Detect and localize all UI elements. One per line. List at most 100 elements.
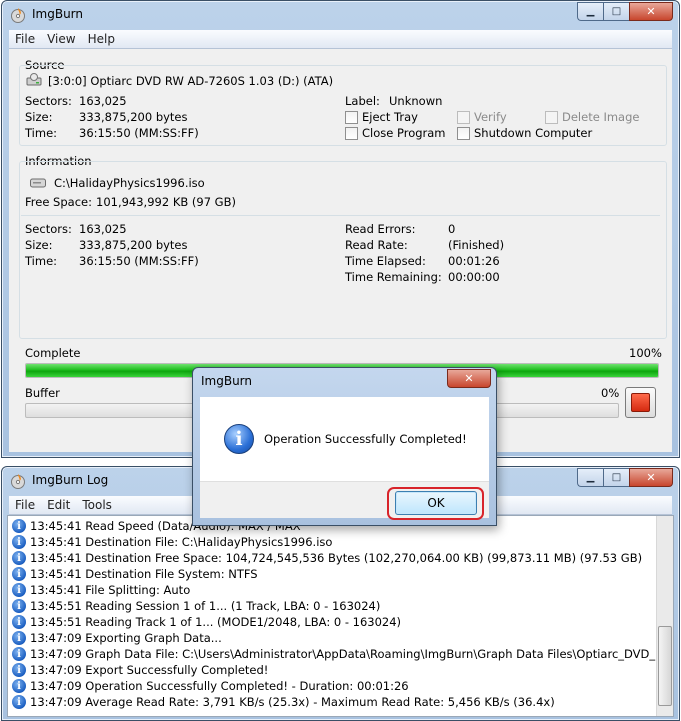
dialog-body: i Operation Successfully Completed! [200,397,489,481]
info-icon: i [12,583,26,597]
source-time-label: Time: [25,126,58,140]
buffer-label: Buffer [25,386,60,400]
disc-flame-icon [11,474,25,489]
info-size-label: Size: [25,238,53,252]
minimize-button[interactable]: ▁ [577,2,603,21]
maximize-icon: □ [611,6,622,17]
free-space-value: 101,943,992 KB (97 GB) [96,195,236,209]
read-rate-label: Read Rate: [345,238,408,252]
time-remaining-value: 00:00:00 [448,270,500,284]
close-icon: ✕ [646,5,656,18]
log-entry-text: 13:47:09 Graph Data File: C:\Users\Admin… [30,647,674,661]
info-time-value: 36:15:50 (MM:SS:FF) [79,254,199,268]
minimize-icon: ▁ [586,472,595,483]
info-icon: i [12,567,26,581]
buffer-percent: 0% [601,386,620,400]
complete-percent: 100% [629,346,662,360]
log-entry: i 13:47:09 Graph Data File: C:\Users\Admi… [12,646,674,662]
log-entry: i 13:47:09 Export Successfully Completed! [12,662,268,678]
main-window-title: ImgBurn [32,7,84,21]
source-sectors-value: 163,025 [79,94,127,108]
log-window-title: ImgBurn Log [32,473,109,487]
info-icon: i [12,679,26,693]
delete-image-checkbox[interactable] [545,111,558,124]
source-drive-select[interactable]: [3:0:0] Optiarc DVD RW AD-7260S 1.03 (D:… [48,74,333,88]
menu-view[interactable]: View [47,32,75,46]
dialog-message: Operation Successfully Completed! [264,432,467,446]
log-entry-text: 13:45:41 File Splitting: Auto [30,583,191,597]
log-entry: i 13:45:51 Reading Track 1 of 1... (MODE1… [12,614,401,630]
close-icon: ✕ [646,471,656,484]
dialog-close-button[interactable]: ✕ [447,369,491,388]
disc-label-value: Unknown [389,94,443,108]
eject-tray-label[interactable]: Eject Tray [362,110,418,124]
shutdown-computer-checkbox[interactable] [457,127,470,140]
log-maximize-button[interactable]: □ [603,468,629,487]
log-entry-text: 13:45:41 Destination File System: NTFS [30,567,258,581]
time-elapsed-label: Time Elapsed: [345,254,426,268]
close-program-checkbox[interactable] [345,127,358,140]
completion-dialog: ImgBurn ✕ i Operation Successfully Compl… [192,367,497,526]
verify-label[interactable]: Verify [474,110,507,124]
close-program-label[interactable]: Close Program [362,126,446,140]
maximize-icon: □ [611,472,622,483]
log-entry-text: 13:45:41 Destination File: C:\HalidayPhy… [30,535,333,549]
log-entry-text: 13:47:09 Operation Successfully Complete… [30,679,409,693]
log-entry-text: 13:45:51 Reading Session 1 of 1... (1 Tr… [30,599,381,613]
info-icon: i [12,647,26,661]
log-minimize-button[interactable]: ▁ [577,468,603,487]
complete-label: Complete [25,346,81,360]
main-titlebar[interactable]: ImgBurn ▁ □ ✕ [2,1,679,29]
log-entry-text: 13:47:09 Export Successfully Completed! [30,663,269,677]
info-sectors-value: 163,025 [79,222,127,236]
log-entry: i 13:45:51 Reading Session 1 of 1... (1 T… [12,598,380,614]
verify-checkbox[interactable] [457,111,470,124]
dialog-title: ImgBurn [201,374,253,388]
hdd-icon [30,178,46,188]
log-close-button[interactable]: ✕ [629,468,673,487]
ok-button[interactable]: OK [395,491,477,515]
log-list[interactable]: i 13:45:41 Read Speed (Data/Audio): MAX /… [7,515,674,717]
log-entry: i 13:45:41 Destination Free Space: 104,72… [12,550,642,566]
source-sectors-label: Sectors: [25,94,72,108]
info-size-value: 333,875,200 bytes [79,238,188,252]
log-entry: i 13:45:41 Destination File System: NTFS [12,566,258,582]
eject-tray-checkbox[interactable] [345,111,358,124]
log-entry: i 13:47:09 Operation Successfully Complet… [12,678,409,694]
info-icon: i [12,599,26,613]
maximize-button[interactable]: □ [603,2,629,21]
info-icon: i [12,519,26,533]
delete-image-label[interactable]: Delete Image [562,110,639,124]
source-size-label: Size: [25,110,53,124]
info-icon: i [12,615,26,629]
disc-label-label: Label: [345,94,380,108]
source-time-value: 36:15:50 (MM:SS:FF) [79,126,199,140]
stop-button[interactable] [625,387,656,418]
info-time-label: Time: [25,254,58,268]
time-remaining-label: Time Remaining: [345,270,442,284]
log-entry: i 13:45:41 Destination File: C:\HalidayPh… [12,534,332,550]
log-scroll-thumb[interactable] [658,626,672,706]
info-sectors-label: Sectors: [25,222,72,236]
log-menu-edit[interactable]: Edit [47,498,70,512]
destination-file-value: C:\HalidayPhysics1996.iso [54,176,205,190]
menu-help[interactable]: Help [88,32,115,46]
info-icon: i [224,424,254,454]
time-elapsed-value: 00:01:26 [448,254,500,268]
menu-file[interactable]: File [15,32,35,46]
read-errors-value: 0 [448,222,456,236]
log-menu-file[interactable]: File [15,498,35,512]
log-menu-tools[interactable]: Tools [82,498,112,512]
source-size-value: 333,875,200 bytes [79,110,188,124]
shutdown-computer-label[interactable]: Shutdown Computer [474,126,592,140]
drive-icon [26,73,42,86]
information-divider [21,215,660,216]
log-entry-text: 13:45:51 Reading Track 1 of 1... (MODE1/… [30,615,402,629]
main-menubar: File View Help [9,30,672,49]
log-entry-text: 13:47:09 Average Read Rate: 3,791 KB/s (… [30,695,555,709]
log-scrollbar[interactable] [656,516,673,716]
info-icon: i [12,663,26,677]
stop-icon [631,393,650,412]
close-button[interactable]: ✕ [629,2,673,21]
read-rate-value: (Finished) [448,238,505,252]
